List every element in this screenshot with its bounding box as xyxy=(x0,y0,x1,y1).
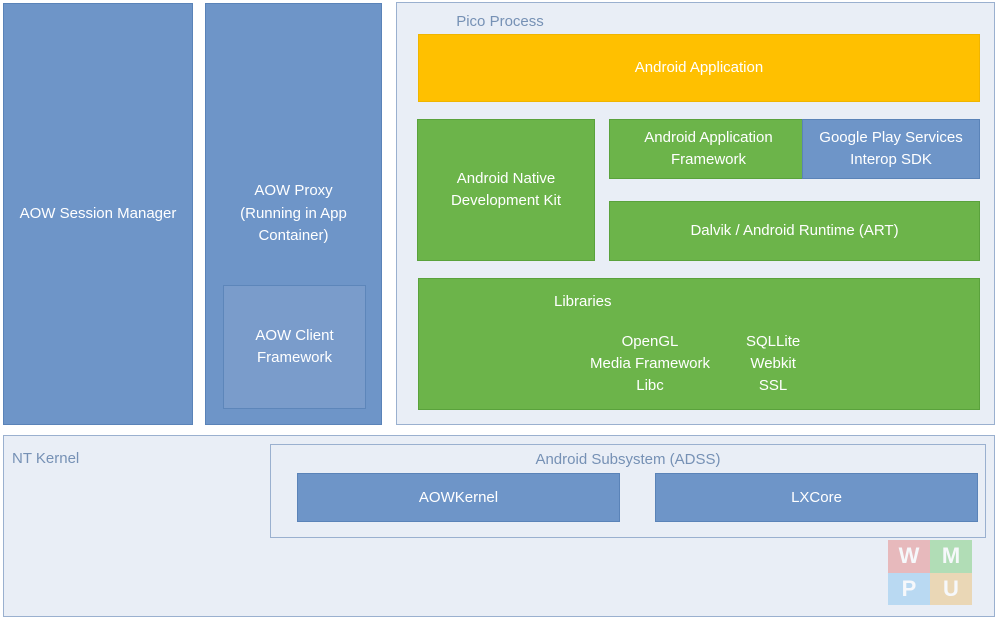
gps-interop-sdk-label-line-2: Interop SDK xyxy=(850,151,932,168)
library-item: SQLLite xyxy=(746,333,801,350)
libraries-column-2: SQLLite Webkit SSL xyxy=(746,331,800,398)
libraries-box: Libraries OpenGL Media Framework Libc SQ… xyxy=(418,278,980,410)
android-application-label: Android Application xyxy=(634,59,764,77)
lxcore-label: LXCore xyxy=(791,488,842,506)
android-application-framework-box: Android Application Framework xyxy=(609,119,808,179)
android-ndk-label-line-1: Android Native xyxy=(456,170,556,188)
architecture-diagram: AOW Session Manager AOW Proxy (Running i… xyxy=(0,0,1000,625)
libraries-columns: OpenGL Media Framework Libc SQLLite Webk… xyxy=(554,331,800,398)
wmpu-tile-m: M xyxy=(930,540,972,573)
aow-session-manager-box: AOW Session Manager xyxy=(3,3,193,425)
library-item: SSL xyxy=(758,377,788,395)
android-native-development-kit-box: Android Native Development Kit xyxy=(417,119,595,261)
google-play-services-interop-sdk-box: Google Play Services Interop SDK xyxy=(802,119,980,179)
dalvik-android-runtime-box: Dalvik / Android Runtime (ART) xyxy=(609,201,980,261)
aow-proxy-box: AOW Proxy (Running in App Container) AOW… xyxy=(205,3,382,425)
android-app-framework-label-line-2: Framework xyxy=(670,151,746,168)
wmpu-tile-u: U xyxy=(930,572,972,605)
libraries-title: Libraries xyxy=(554,293,612,310)
aow-proxy-label: AOW Proxy (Running in App Container) xyxy=(214,180,373,248)
lxcore-box: LXCore xyxy=(655,473,978,522)
aow-kernel-box: AOWKernel xyxy=(297,473,620,522)
dalvik-art-label: Dalvik / Android Runtime (ART) xyxy=(690,222,899,240)
library-item: Libc xyxy=(636,377,664,395)
library-item: Media Framework xyxy=(589,355,711,373)
aow-kernel-label: AOWKernel xyxy=(418,488,499,506)
pico-process-title: Pico Process xyxy=(456,13,544,30)
android-subsystem-title: Android Subsystem (ADSS) xyxy=(535,451,721,468)
aow-client-framework-box: AOW Client Framework xyxy=(223,285,366,409)
libraries-column-1: OpenGL Media Framework Libc xyxy=(554,331,746,398)
wmpu-logo: W M P U xyxy=(888,540,972,605)
nt-kernel-title: NT Kernel xyxy=(12,450,80,467)
aow-proxy-label-line-1: AOW Proxy xyxy=(254,182,333,199)
wmpu-tile-w: W xyxy=(888,540,930,573)
library-item: OpenGL xyxy=(621,333,679,350)
wmpu-tile-p: P xyxy=(888,572,930,605)
android-app-framework-label-line-1: Android Application xyxy=(644,129,773,147)
aow-session-manager-label: AOW Session Manager xyxy=(19,205,177,223)
aow-client-framework-label-line-1: AOW Client xyxy=(255,326,334,344)
gps-interop-sdk-label-line-1: Google Play Services xyxy=(819,129,963,147)
android-application-box: Android Application xyxy=(418,34,980,102)
aow-proxy-label-line-3: Container) xyxy=(258,227,329,244)
library-item: Webkit xyxy=(750,355,796,373)
android-ndk-label-line-2: Development Kit xyxy=(450,192,562,209)
aow-client-framework-label-line-2: Framework xyxy=(256,349,332,366)
aow-proxy-label-line-2: (Running in App xyxy=(240,204,347,222)
